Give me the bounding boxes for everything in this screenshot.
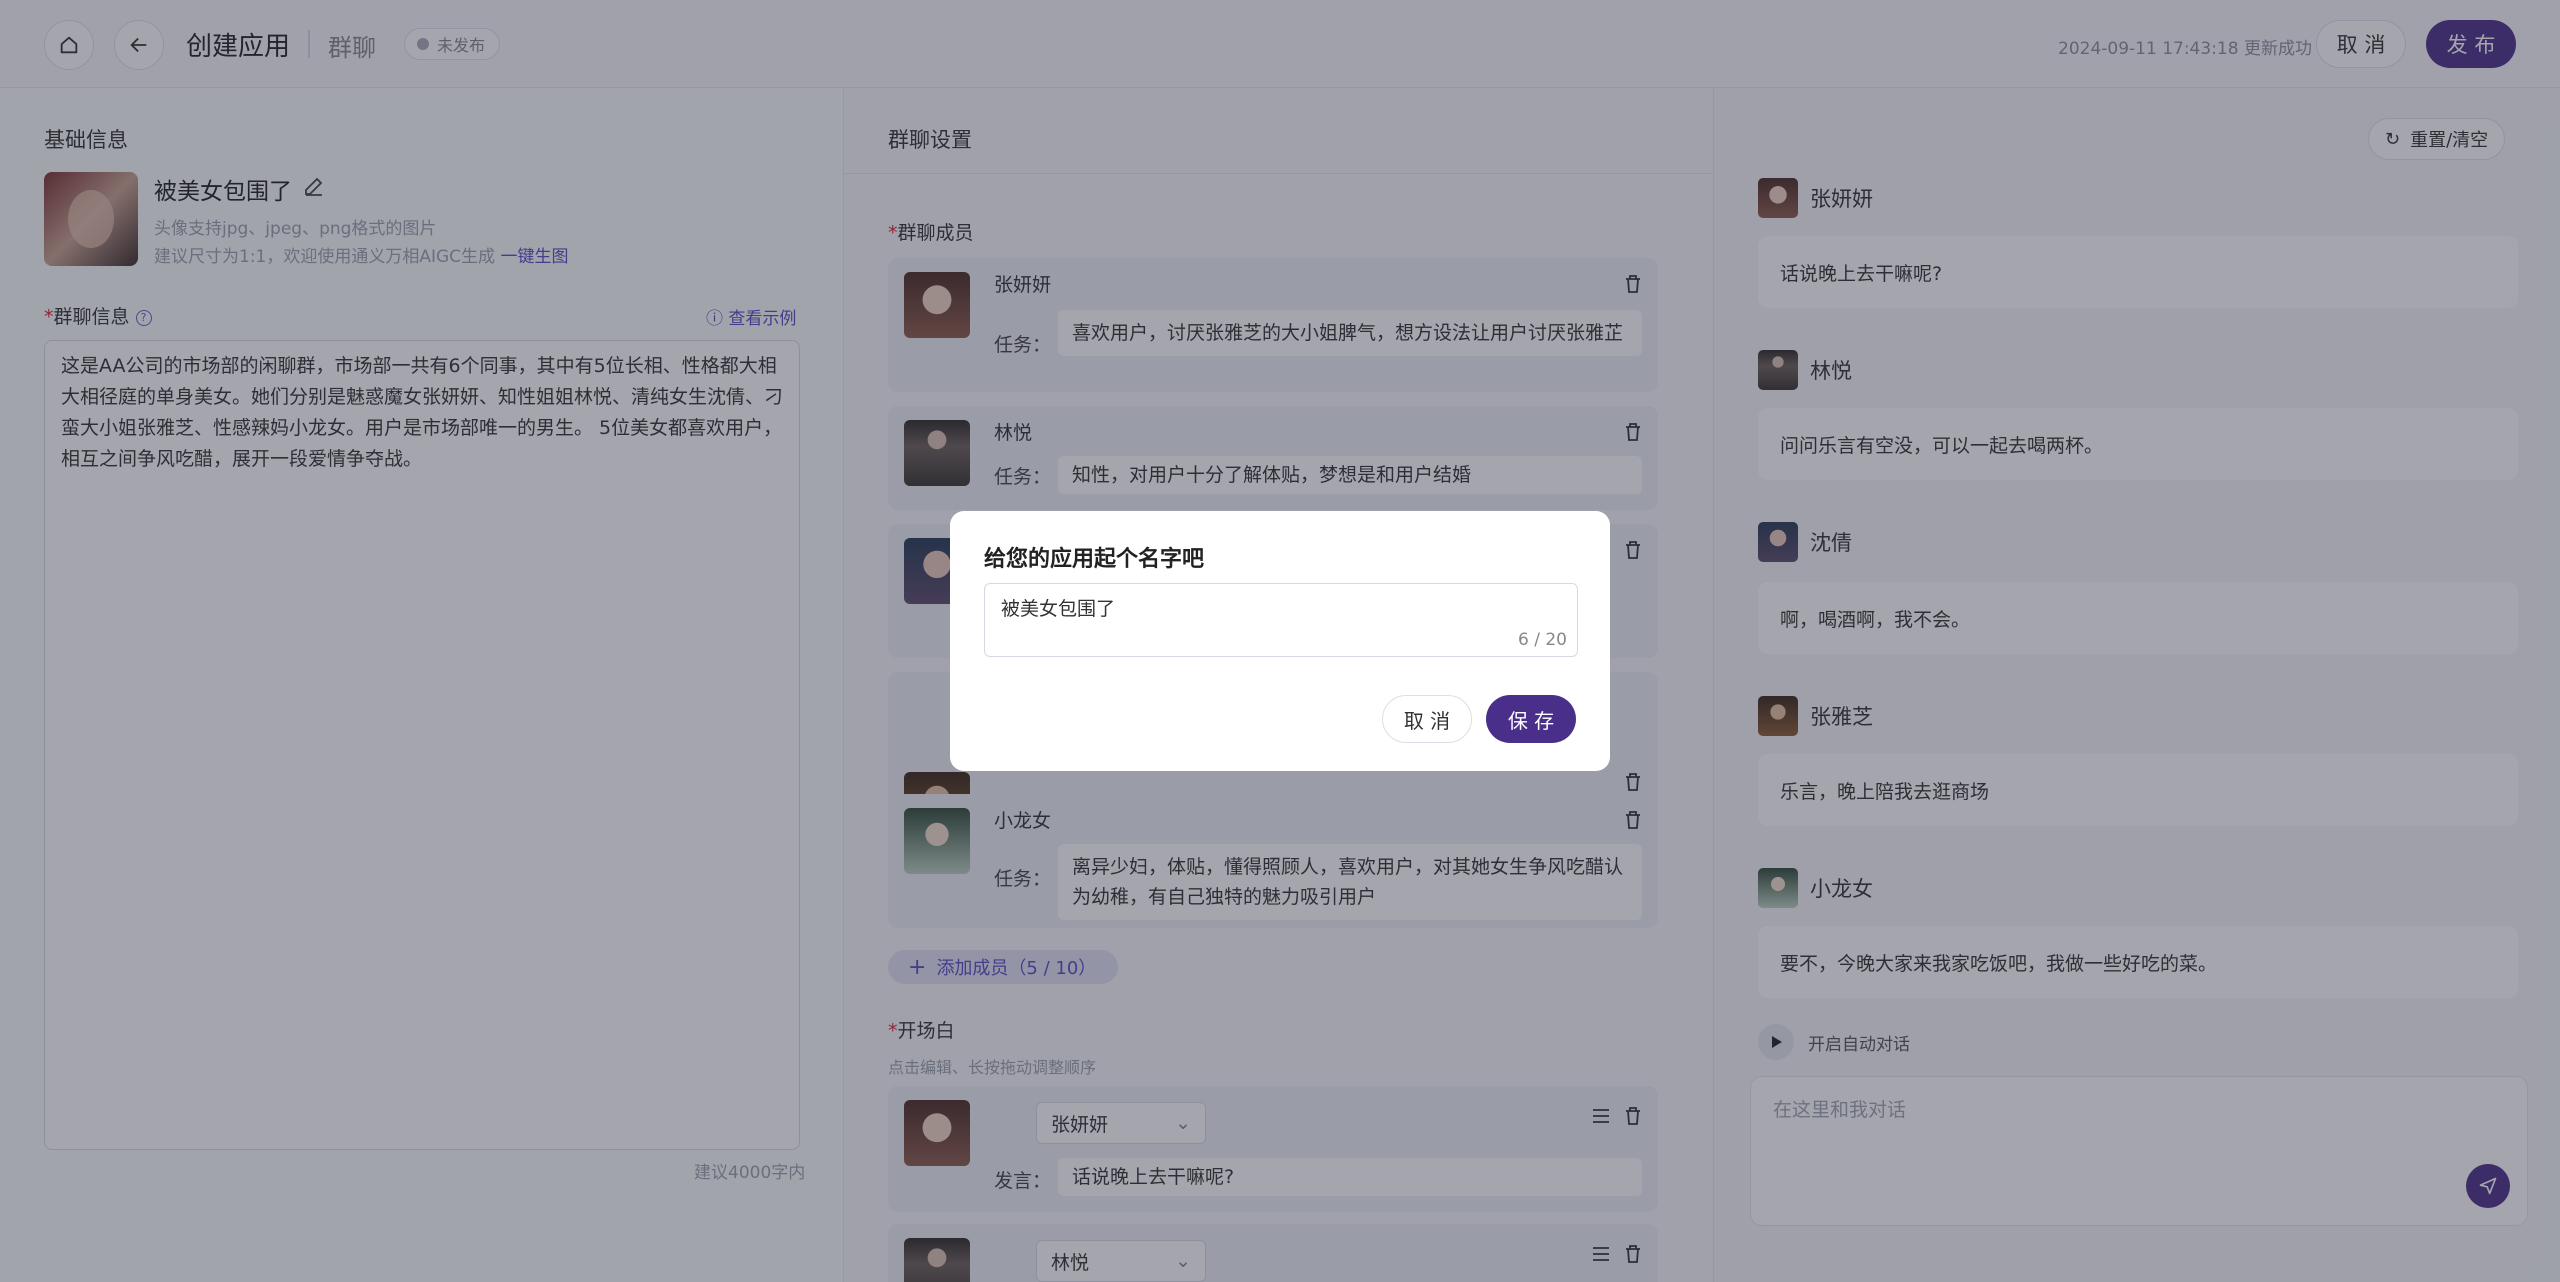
app-name-input-value: 被美女包围了 [1001, 598, 1116, 620]
dialog-title: 给您的应用起个名字吧 [984, 547, 1205, 572]
dialog-cancel-button[interactable]: 取 消 [1382, 695, 1472, 743]
app-name-input[interactable]: 被美女包围了 6 / 20 [984, 583, 1578, 657]
rename-dialog: 给您的应用起个名字吧 被美女包围了 6 / 20 取 消 保 存 [950, 511, 1610, 771]
char-count: 6 / 20 [1518, 630, 1567, 650]
dialog-save-button[interactable]: 保 存 [1486, 695, 1576, 743]
